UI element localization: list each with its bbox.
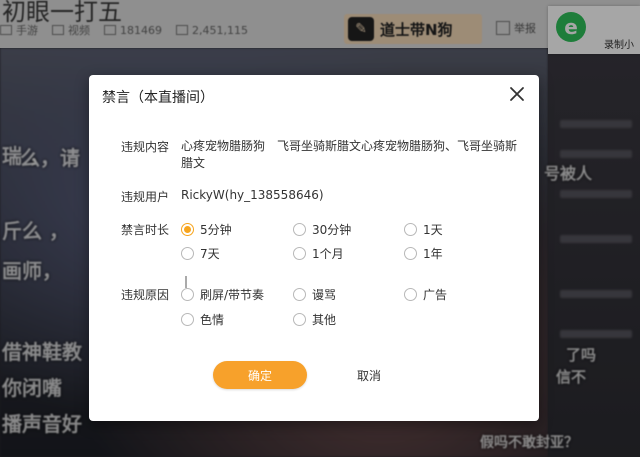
mute-dialog: 禁言（本直播间） 违规内容 心疼宠物腊肠狗 飞哥坐骑斯腊文心疼宠物腊肠狗、飞哥坐… — [89, 75, 539, 421]
radio-icon — [293, 288, 306, 301]
violation-user-label: 违规用户 — [121, 190, 170, 204]
close-icon — [510, 87, 524, 101]
duration-option-label: 7天 — [200, 247, 220, 261]
radio-icon — [404, 288, 417, 301]
duration-option-1month[interactable]: 1个月 — [293, 245, 344, 262]
reason-label: 违规原因 — [121, 288, 170, 302]
radio-icon — [293, 223, 306, 236]
duration-option-label: 1个月 — [312, 247, 344, 261]
duration-option-label: 30分钟 — [312, 223, 352, 237]
reason-option-other[interactable]: 其他 — [293, 311, 336, 328]
violation-content-label: 违规内容 — [121, 140, 170, 154]
duration-option-label: 1天 — [423, 223, 443, 237]
reason-option-label: 谩骂 — [312, 288, 337, 302]
cancel-button[interactable]: 取消 — [339, 361, 399, 389]
dialog-title: 禁言（本直播间） — [102, 90, 214, 106]
radio-icon — [404, 247, 417, 260]
violation-user-value: RickyW(hy_138558646) — [181, 188, 324, 202]
radio-icon — [181, 313, 194, 326]
close-button[interactable] — [507, 84, 527, 104]
reason-option-spam[interactable]: 刷屏/带节奏 — [181, 286, 264, 303]
reason-option-label: 其他 — [312, 313, 337, 327]
reason-option-porn[interactable]: 色情 — [181, 311, 224, 328]
duration-option-label: 5分钟 — [200, 223, 232, 237]
reason-option-label: 色情 — [200, 313, 225, 327]
reason-option-label: 刷屏/带节奏 — [200, 288, 265, 302]
duration-option-5min[interactable]: 5分钟 — [181, 221, 232, 238]
radio-icon — [181, 247, 194, 260]
radio-selected-icon — [181, 223, 194, 236]
duration-option-1day[interactable]: 1天 — [404, 221, 443, 238]
duration-label: 禁言时长 — [121, 223, 170, 237]
confirm-button[interactable]: 确定 — [213, 361, 307, 389]
reason-option-ads[interactable]: 广告 — [404, 286, 447, 303]
duration-option-7days[interactable]: 7天 — [181, 245, 220, 262]
text-cursor-icon — [185, 276, 187, 288]
radio-icon — [293, 247, 306, 260]
reason-option-label: 广告 — [423, 288, 448, 302]
duration-option-label: 1年 — [423, 247, 443, 261]
duration-option-30min[interactable]: 30分钟 — [293, 221, 351, 238]
radio-icon — [293, 313, 306, 326]
radio-icon — [404, 223, 417, 236]
radio-icon — [181, 288, 194, 301]
duration-option-1year[interactable]: 1年 — [404, 245, 443, 262]
reason-option-abuse[interactable]: 谩骂 — [293, 286, 336, 303]
violation-content-text: 心疼宠物腊肠狗 飞哥坐骑斯腊文心疼宠物腊肠狗、飞哥坐骑斯腊文 — [181, 139, 518, 170]
